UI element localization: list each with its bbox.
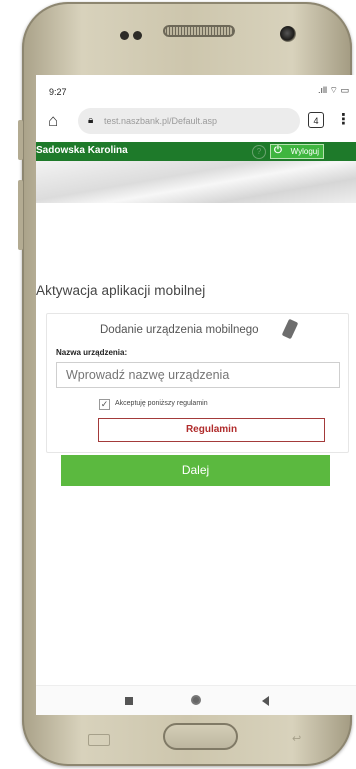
device-name-input[interactable] [56, 362, 340, 388]
panel-title: Dodanie urządzenia mobilnego [100, 324, 259, 336]
page-title: Aktywacja aplikacji mobilnej [36, 283, 206, 298]
logout-label: Wyloguj [290, 147, 319, 156]
home-circle-icon[interactable] [191, 695, 201, 705]
tabs-count-button[interactable]: 4 [308, 112, 324, 128]
status-bar: 9:27 .ıll ⌔ ▭ [36, 75, 356, 103]
recent-apps-icon[interactable] [125, 697, 133, 705]
browser-toolbar: ⌂ 🔒︎ test.naszbank.pl/Default.asp 4 ⋮ [36, 103, 356, 141]
physical-home-button [163, 723, 238, 750]
user-header: Sadowska Karolina ? ⏻ Wyloguj [36, 142, 356, 161]
address-bar[interactable]: 🔒︎ test.naszbank.pl/Default.asp [78, 108, 300, 134]
user-name: Sadowska Karolina [36, 145, 128, 156]
sensor-dots [120, 27, 146, 45]
volume-up-key [18, 120, 23, 160]
device-name-label: Nazwa urządzenia: [56, 348, 128, 357]
earpiece-speaker [163, 25, 235, 37]
tablet-icon [281, 318, 299, 340]
url-text: test.naszbank.pl/Default.asp [104, 116, 218, 126]
help-icon[interactable]: ? [252, 145, 266, 159]
regulamin-button[interactable]: Regulamin [98, 418, 325, 442]
status-time: 9:27 [49, 87, 67, 97]
power-icon: ⏻ [274, 145, 282, 156]
back-softkey-icon: ↩ [292, 733, 302, 745]
device-form-panel: Dodanie urządzenia mobilnego Nazwa urząd… [46, 313, 349, 453]
recent-softkey-icon [88, 734, 110, 746]
logout-button[interactable]: ⏻ Wyloguj [270, 144, 324, 159]
signal-wifi-battery-icon: .ıll ⌔ ▭ [318, 85, 349, 95]
volume-down-key [18, 180, 23, 250]
next-button[interactable]: Dalej [61, 455, 330, 486]
android-nav-bar [36, 685, 356, 715]
decorative-banner [36, 161, 356, 203]
lock-icon: 🔒︎ [88, 115, 94, 126]
back-triangle-icon[interactable] [262, 696, 269, 706]
phone-screen: 9:27 .ıll ⌔ ▭ ⌂ 🔒︎ test.naszbank.pl/Defa… [36, 75, 356, 715]
terms-checkbox-label: Akceptuję poniższy regulamin [115, 400, 208, 407]
front-camera-icon [280, 26, 296, 42]
home-icon[interactable]: ⌂ [48, 111, 58, 131]
more-menu-icon[interactable]: ⋮ [336, 110, 351, 128]
terms-checkbox[interactable]: ✓ [99, 399, 110, 410]
